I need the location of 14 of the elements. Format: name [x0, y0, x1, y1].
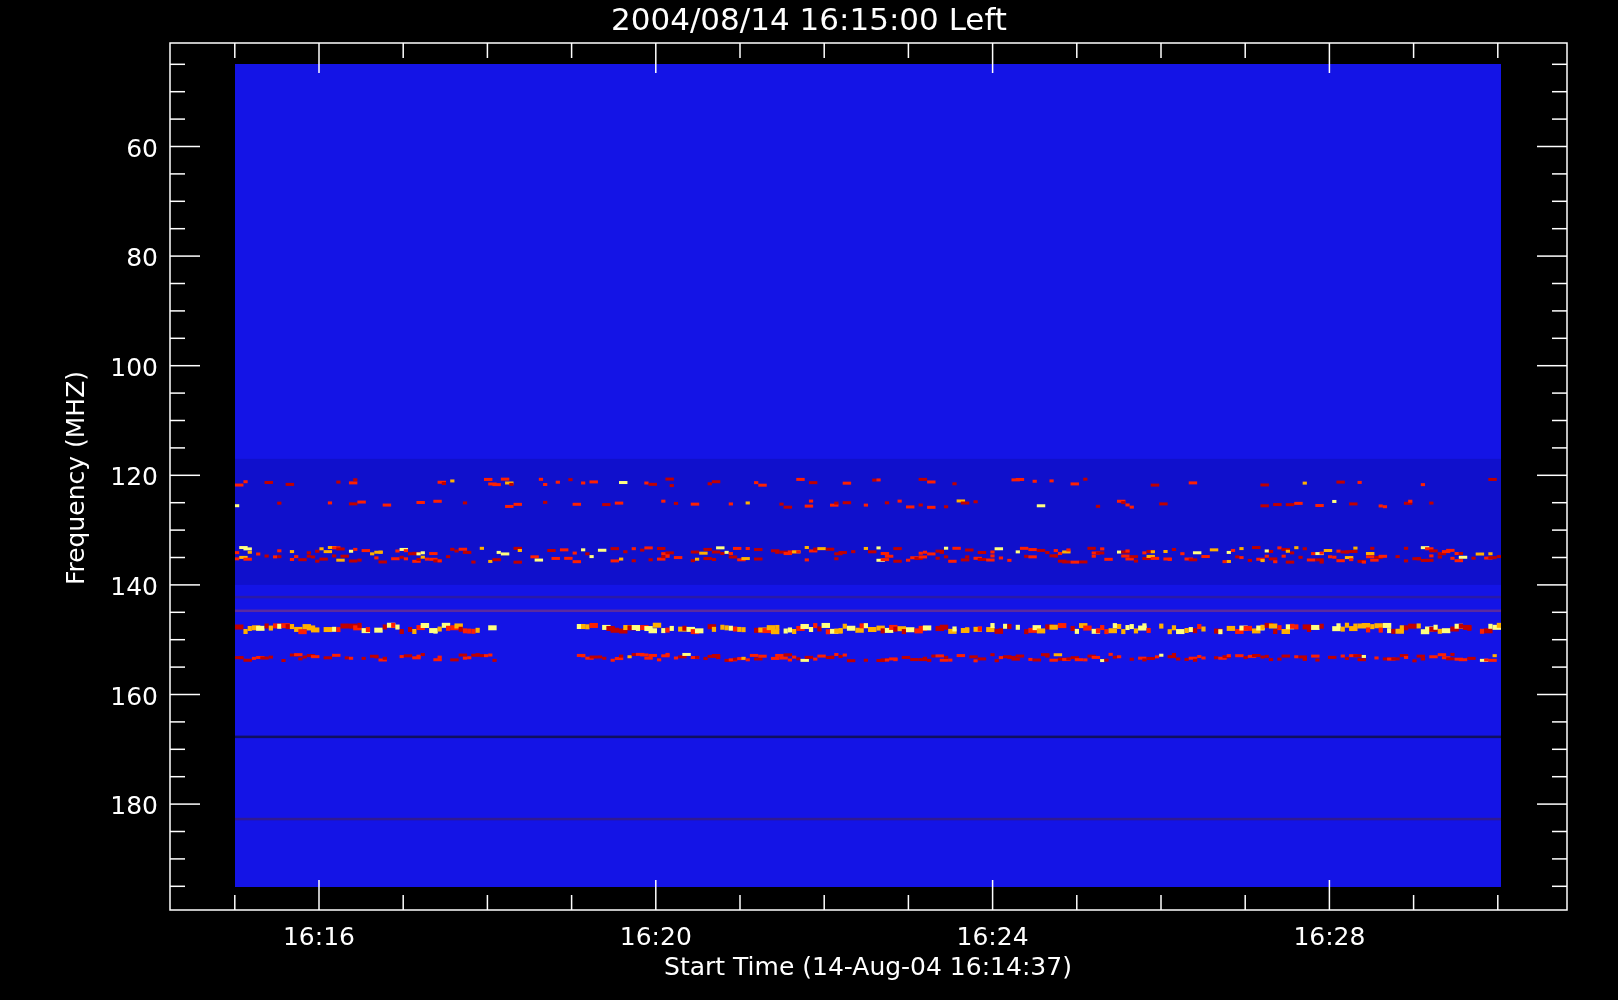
x-tick-label: 16:16 — [283, 922, 355, 951]
y-tick-label: 100 — [110, 352, 158, 382]
plot-title: 2004/08/14 16:15:00 Left — [611, 1, 1007, 37]
x-tick-label: 16:28 — [1293, 922, 1366, 951]
y-axis-title: Frequency (MHZ) — [61, 370, 90, 586]
y-tick-label: 80 — [126, 243, 158, 273]
y-tick-label: 180 — [110, 791, 158, 821]
y-tick-label: 60 — [126, 133, 158, 163]
y-tick-label: 120 — [110, 462, 158, 492]
x-axis-title: Start Time (14-Aug-04 16:14:37) — [664, 952, 1072, 981]
y-tick-label: 140 — [110, 571, 158, 601]
x-tick-label: 16:24 — [956, 922, 1029, 951]
x-tick-label: 16:20 — [619, 922, 692, 951]
y-tick-label: 160 — [110, 681, 158, 711]
